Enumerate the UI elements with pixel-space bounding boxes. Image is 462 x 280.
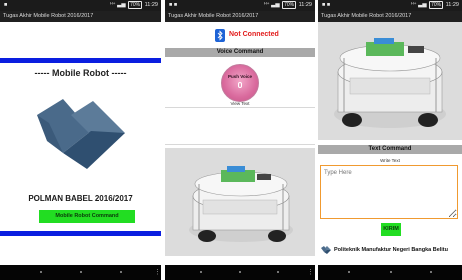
- nav-back-icon[interactable]: [40, 271, 42, 273]
- text-command-header: Text Command: [318, 145, 462, 154]
- nav-recents-icon[interactable]: [277, 271, 279, 273]
- connection-status: Not Connected: [229, 31, 279, 38]
- app-notification-icon: ■ ■: [322, 2, 331, 8]
- footer-brand-text: Politeknik Manufaktur Negeri Bangka Beli…: [334, 247, 448, 253]
- status-bar: ■ ■ ᴴ⁺ ▃▅ 70% 11:29: [318, 0, 462, 11]
- app-title: Tugas Akhir Mobile Robot 2016/2017: [165, 11, 315, 22]
- signal-icon: ᴴ⁺: [264, 2, 270, 8]
- nav-back-icon[interactable]: [348, 271, 350, 273]
- app-title: Tugas Akhir Mobile Robot 2016/2017: [318, 11, 462, 22]
- signal-icon: ᴴ⁺: [411, 2, 417, 8]
- status-bar: ■ ᴴ⁺ ▃▅ 70% 11:29: [0, 0, 161, 11]
- clock: 11:29: [445, 2, 459, 8]
- app-notification-icon: ■: [4, 2, 8, 8]
- nav-recents-icon[interactable]: [120, 271, 122, 273]
- system-nav-bar: ⋮: [0, 265, 161, 280]
- system-nav-bar: ⋮: [165, 265, 315, 280]
- signal-bars-icon: ▃▅: [418, 2, 427, 8]
- nav-back-icon[interactable]: [200, 271, 202, 273]
- text-command-screen: ■ ■ ᴴ⁺ ▃▅ 70% 11:29 Tugas Akhir Mobile R…: [318, 0, 462, 280]
- signal-icon: ᴴ⁺: [110, 2, 116, 8]
- overflow-menu-icon[interactable]: ⋮: [154, 268, 161, 276]
- overflow-menu-icon[interactable]: ⋮: [307, 268, 314, 276]
- app-notification-icon: ■ ■: [169, 2, 178, 8]
- view-text-label: View Text: [230, 101, 250, 106]
- send-button[interactable]: KIRIM: [381, 223, 401, 236]
- clock: 11:29: [298, 2, 312, 8]
- battery-level: 70%: [282, 1, 297, 9]
- voice-command-header: Voice Command: [165, 48, 315, 57]
- battery-level: 70%: [128, 1, 143, 9]
- status-bar: ■ ■ ᴴ⁺ ▃▅ 70% 11:29: [165, 0, 315, 11]
- app-title: Tugas Akhir Mobile Robot 2016/2017: [0, 11, 161, 22]
- signal-bars-icon: ▃▅: [117, 2, 126, 8]
- voice-command-screen: ■ ■ ᴴ⁺ ▃▅ 70% 11:29 Tugas Akhir Mobile R…: [165, 0, 315, 280]
- command-text-input[interactable]: [320, 165, 458, 219]
- system-nav-bar: [318, 265, 462, 280]
- status-indicators: ᴴ⁺ ▃▅ 70% 11:29: [110, 0, 158, 11]
- accent-bar-top: [0, 58, 161, 63]
- footer-brand: Politeknik Manufaktur Negeri Bangka Beli…: [321, 244, 462, 256]
- write-text-label: Write Text: [380, 158, 400, 163]
- nav-recents-icon[interactable]: [430, 271, 432, 273]
- nav-home-icon[interactable]: [390, 271, 392, 273]
- push-voice-label: Push Voice: [228, 74, 252, 79]
- bluetooth-icon[interactable]: [215, 29, 225, 42]
- microphone-icon: [238, 81, 242, 88]
- clock: 11:29: [144, 2, 158, 8]
- nav-home-icon[interactable]: [80, 271, 82, 273]
- status-indicators: ᴴ⁺ ▃▅ 70% 11:29: [411, 0, 459, 11]
- status-indicators: ᴴ⁺ ▃▅ 70% 11:29: [264, 0, 312, 11]
- robot-image: [318, 22, 462, 140]
- push-voice-button[interactable]: Push Voice: [221, 64, 259, 102]
- accent-bar-bottom: [0, 231, 161, 236]
- nav-home-icon[interactable]: [239, 271, 241, 273]
- polman-logo-small-icon: [321, 245, 331, 254]
- home-screen: ■ ᴴ⁺ ▃▅ 70% 11:29 Tugas Akhir Mobile Rob…: [0, 0, 161, 280]
- battery-level: 70%: [429, 1, 444, 9]
- robot-image: [165, 148, 315, 256]
- page-title: ----- Mobile Robot -----: [34, 68, 127, 78]
- view-text-display: [165, 107, 315, 145]
- polman-logo: [37, 99, 125, 169]
- signal-bars-icon: ▃▅: [271, 2, 280, 8]
- institution-label: POLMAN BABEL 2016/2017: [28, 194, 133, 203]
- mobile-robot-command-button[interactable]: Mobile Robot Command: [39, 210, 135, 223]
